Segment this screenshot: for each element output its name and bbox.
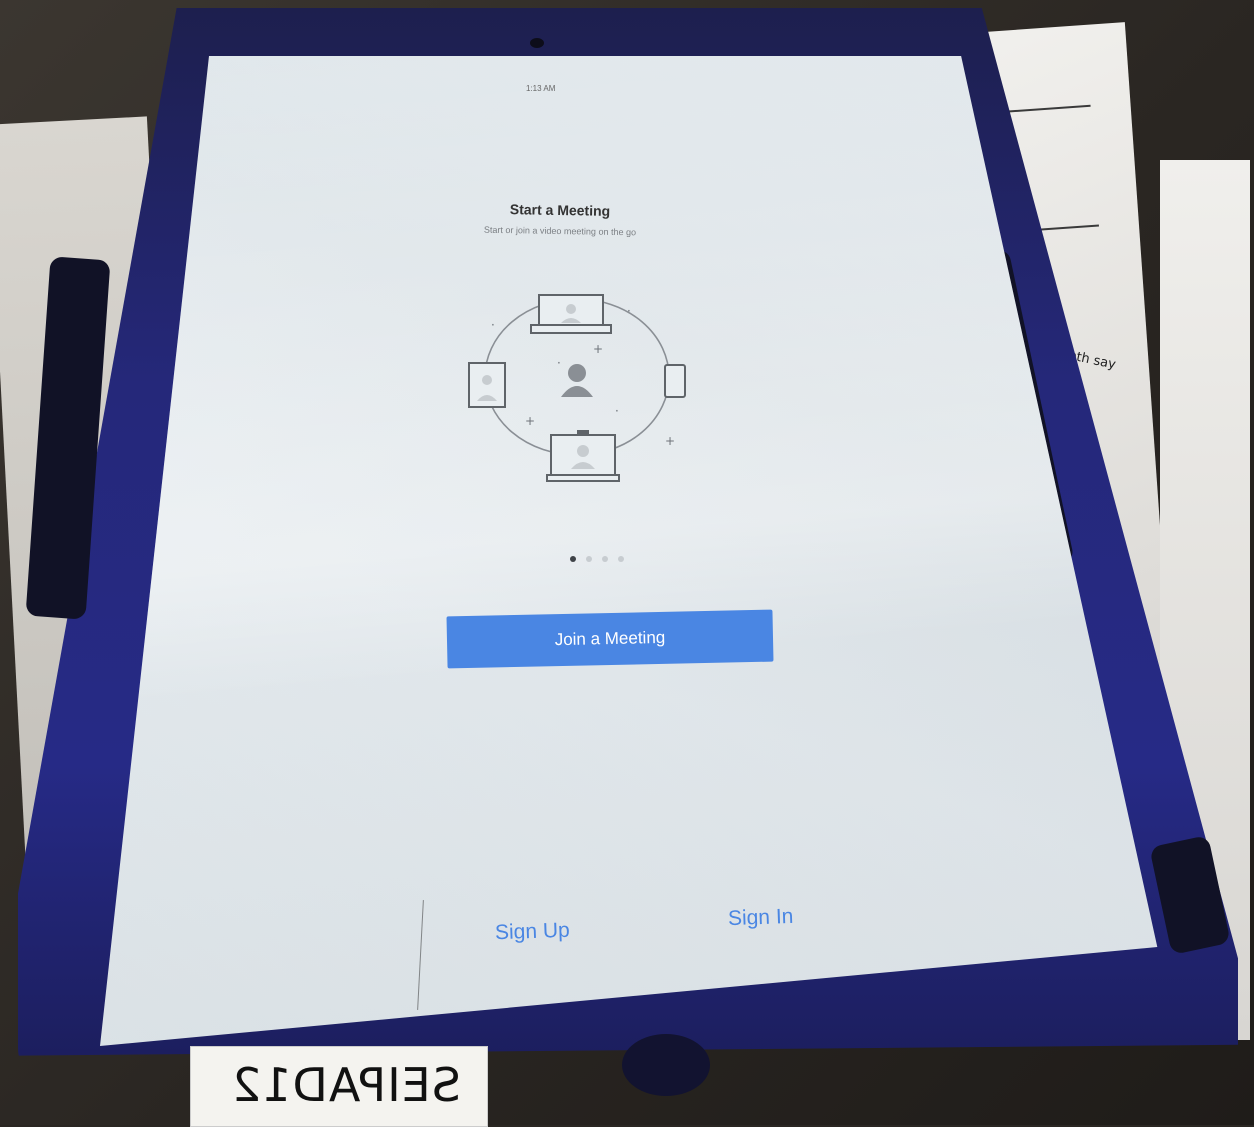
sign-in-link[interactable]: Sign In bbox=[728, 905, 794, 931]
sign-up-link[interactable]: Sign Up bbox=[495, 919, 571, 946]
status-bar-time: 1:13 AM bbox=[526, 84, 556, 93]
page-indicator[interactable] bbox=[570, 556, 624, 562]
front-camera-icon bbox=[530, 38, 544, 48]
laptop-icon bbox=[530, 294, 612, 334]
svg-text:·: · bbox=[491, 318, 495, 332]
tablet-icon bbox=[468, 362, 506, 408]
home-button[interactable] bbox=[622, 1034, 710, 1096]
person-icon bbox=[561, 364, 593, 397]
page-dot[interactable] bbox=[586, 556, 592, 562]
asset-label-text: SEIPAD12 bbox=[230, 1058, 461, 1112]
asset-label-sticker: SEIPAD12 bbox=[190, 1046, 488, 1127]
svg-text:+: + bbox=[593, 342, 603, 356]
page-dot-active[interactable] bbox=[570, 556, 576, 562]
svg-text:+: + bbox=[525, 414, 535, 428]
page-dot[interactable] bbox=[602, 556, 608, 562]
phone-icon bbox=[664, 364, 686, 398]
meeting-illustration: + + + · · · · bbox=[468, 294, 686, 482]
room-display-icon bbox=[546, 430, 620, 482]
svg-text:·: · bbox=[615, 404, 619, 418]
svg-text:·: · bbox=[627, 304, 631, 318]
join-meeting-button[interactable]: Join a Meeting bbox=[446, 609, 774, 669]
page-dot[interactable] bbox=[618, 556, 624, 562]
onboarding-title: Start a Meeting bbox=[509, 201, 611, 219]
svg-text:·: · bbox=[557, 356, 561, 370]
svg-text:+: + bbox=[665, 434, 675, 448]
